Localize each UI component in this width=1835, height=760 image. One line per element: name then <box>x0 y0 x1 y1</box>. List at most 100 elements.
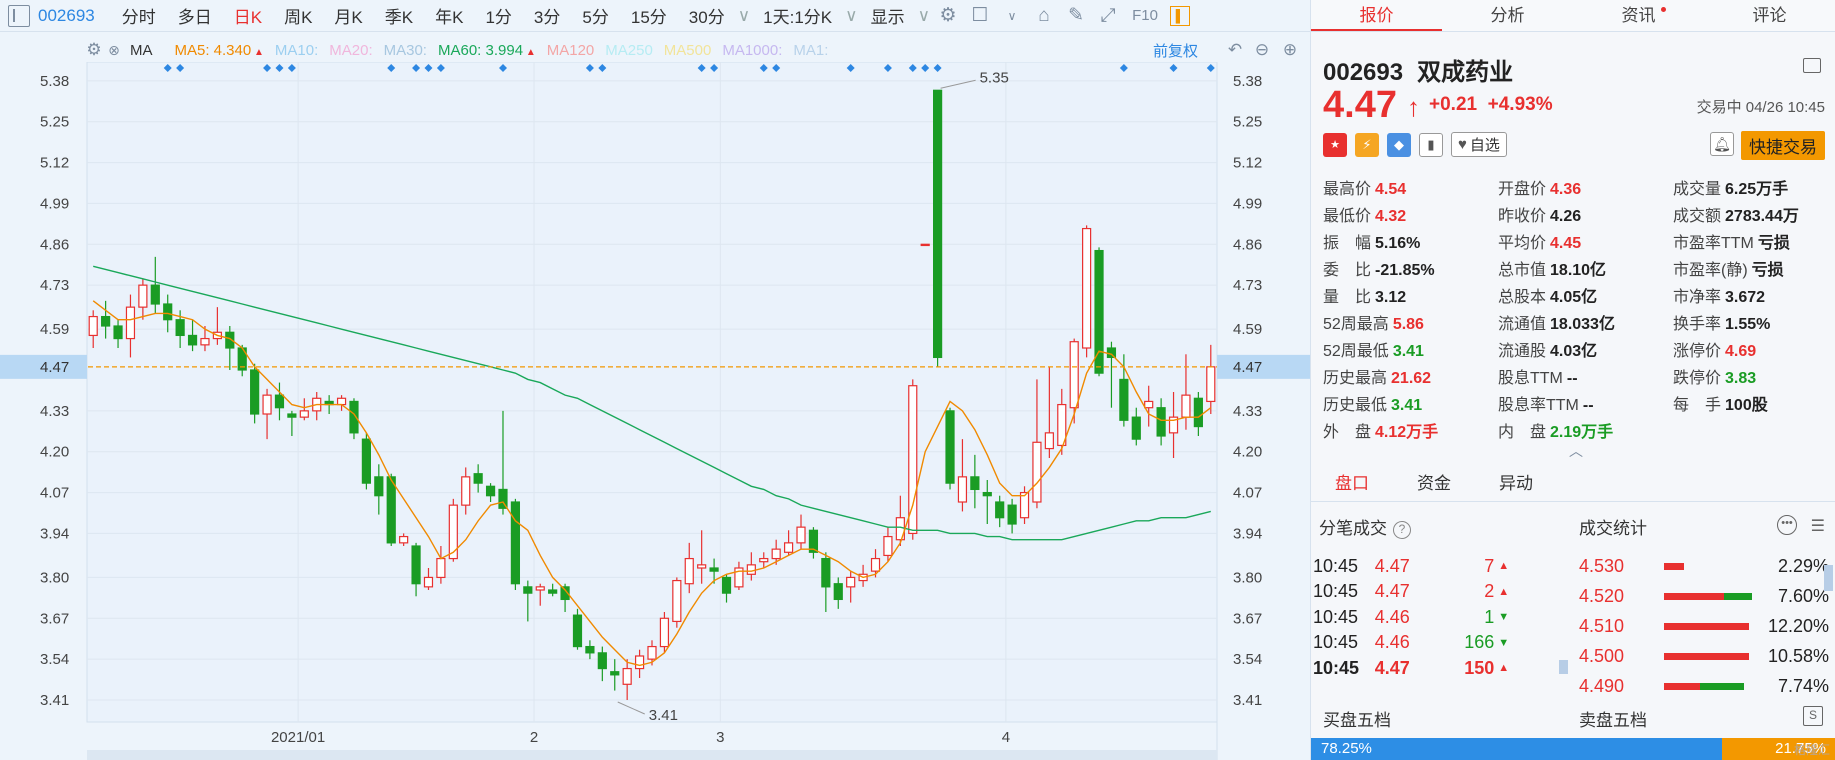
zoom-in-icon[interactable]: ⊕ <box>1278 38 1302 62</box>
settings-icon[interactable]: ⚙ <box>936 4 960 28</box>
buy-bar <box>1663 562 1684 570</box>
undo-icon[interactable]: ↶ <box>1223 38 1247 62</box>
more-icon[interactable]: ••• <box>1777 515 1797 535</box>
ma-indicator-bar: ⚙ ⊗ MA MA5: 4.340 ▲ MA10: MA20: MA30: MA60: … <box>0 38 1310 62</box>
subtab-1[interactable]: 资金 <box>1393 469 1475 494</box>
deal-bar <box>1663 622 1749 630</box>
y-tick-right: 4.86 <box>1233 236 1262 253</box>
chevron-down-icon[interactable]: ∨ <box>1000 4 1024 28</box>
period-tab[interactable]: 日K <box>223 3 273 28</box>
y-tick-left: 4.73 <box>40 277 69 294</box>
candle-body <box>982 491 992 497</box>
stock-code[interactable]: 002693 <box>38 6 95 26</box>
y-tick-left: 5.25 <box>40 114 69 131</box>
panel-toggle-icon[interactable]: ▌ <box>1170 5 1191 26</box>
y-tick-right: 4.59 <box>1233 321 1262 338</box>
fast-trade-button[interactable]: 快捷交易 <box>1741 131 1825 160</box>
tab-3[interactable]: 评论 <box>1704 0 1835 31</box>
period-tab[interactable]: 1分 <box>474 3 522 28</box>
zoom-out-icon[interactable]: ⊖ <box>1250 38 1274 62</box>
bell-icon[interactable]: 🔔︎ <box>1710 132 1734 156</box>
period-tab[interactable]: 季K <box>374 3 424 28</box>
arrow-up-icon: ▲ <box>523 46 536 58</box>
candle-body <box>634 655 645 670</box>
close-icon[interactable]: ⊗ <box>104 38 124 62</box>
help-icon[interactable]: ? <box>1393 520 1411 539</box>
y-tick-right: 4.33 <box>1233 403 1262 420</box>
candle-body <box>647 645 657 660</box>
kline-chart[interactable]: 5.38 5.38 5.25 5.25 5.12 5.12 4.99 4.99 4.86 4.86… <box>0 62 1310 760</box>
deal-price: 4.500 <box>1579 645 1625 666</box>
y-tick-left: 5.38 <box>40 73 69 90</box>
settings-icon[interactable]: ⚙ <box>84 38 104 62</box>
candle-body <box>88 315 98 337</box>
stat-value: 21.62 <box>1391 369 1432 387</box>
y-tick-left: 4.07 <box>40 485 69 502</box>
add-watchlist-button[interactable]: ♥ 自选 <box>1451 132 1507 157</box>
stats-row: 历史最低 3.41 股息率TTM -- 每 手 100股 <box>1323 389 1833 416</box>
tab-1[interactable]: 分析 <box>1442 0 1573 31</box>
subtab-2[interactable]: 异动 <box>1475 469 1557 494</box>
order-book-icon[interactable]: S <box>1803 706 1823 726</box>
period-tab[interactable]: 15分 <box>620 3 678 28</box>
subtab-0[interactable]: 盘口 <box>1311 469 1393 494</box>
stat-key: 总股本 <box>1498 288 1547 306</box>
display-menu[interactable]: 显示 <box>860 3 916 28</box>
x-tick-label: 4 <box>1002 729 1010 746</box>
chart-scrollbar[interactable] <box>87 750 1217 760</box>
stat-cell: 52周最高 5.86 <box>1323 310 1498 334</box>
ma-item: MA1: <box>793 42 828 59</box>
ma-item: MA10: <box>275 42 318 59</box>
ticks-scrollbar[interactable] <box>1559 660 1568 674</box>
deal-pct: 2.29% <box>1777 555 1830 576</box>
chevron-down-icon[interactable]: ∨ <box>738 6 750 26</box>
stat-value: 5.16% <box>1375 234 1421 252</box>
pen-icon[interactable]: ✎ <box>1064 4 1088 28</box>
candle-body <box>622 667 632 685</box>
candle-body <box>262 394 272 415</box>
fullscreen-icon[interactable]: ⤢ <box>1096 4 1120 28</box>
lightning-icon[interactable]: ⚡ <box>1355 132 1379 157</box>
period-tab[interactable]: 分时 <box>111 3 167 28</box>
collapse-chevron-icon[interactable]: ︿ <box>1569 441 1583 461</box>
ma-item: MA1000: <box>722 42 782 59</box>
f10-button[interactable]: F10 <box>1128 4 1162 28</box>
deal-bar <box>1663 592 1752 600</box>
tab-0[interactable]: 报价 <box>1311 0 1442 31</box>
stat-cell: 振 幅 5.16% <box>1323 229 1498 253</box>
stat-cell: 市盈率TTM 亏损 <box>1673 229 1833 253</box>
list-icon[interactable]: ☰ <box>1811 516 1825 536</box>
period-tab[interactable]: 多日 <box>167 3 223 28</box>
chevron-down-icon[interactable]: ∨ <box>918 6 930 26</box>
stat-key: 流通股 <box>1498 342 1547 360</box>
bookmark-icon[interactable]: ▮ <box>1419 132 1443 157</box>
period-tab[interactable]: 5分 <box>571 3 619 28</box>
adjust-mode-button[interactable]: 前复权 <box>1153 40 1198 61</box>
candle-body <box>746 564 756 575</box>
sidebar-toggle-icon[interactable] <box>8 4 30 27</box>
period-tab[interactable]: 周K <box>273 3 323 28</box>
range-selector[interactable]: 1天:1分K <box>752 3 843 28</box>
camera-icon[interactable]: ⌂ <box>1032 4 1056 28</box>
candle-body <box>870 557 881 572</box>
period-tab[interactable]: 月K <box>323 3 373 28</box>
stat-key: 最高价 <box>1323 180 1372 198</box>
stat-key: 总市值 <box>1498 261 1547 279</box>
quote-name: 双成药业 <box>1417 59 1514 86</box>
stat-key: 市盈率(静) <box>1673 261 1748 279</box>
stat-cell: 内 盘 2.19万手 <box>1498 418 1673 442</box>
scrollbar[interactable] <box>1824 565 1833 591</box>
period-tab[interactable]: 3分 <box>523 3 571 28</box>
period-tab[interactable]: 30分 <box>678 3 736 28</box>
tag-icon[interactable]: ◆ <box>1387 132 1411 157</box>
menu-icon[interactable] <box>1803 58 1821 73</box>
tab-2[interactable]: 资讯 <box>1573 0 1704 31</box>
candle-body <box>113 325 123 340</box>
chevron-down-icon[interactable]: ∨ <box>845 6 857 26</box>
candle-body <box>374 476 384 497</box>
period-tab[interactable]: 年K <box>424 3 474 28</box>
layout-square-icon[interactable]: ☐ <box>968 4 992 28</box>
y-tick-left: 4.33 <box>40 403 69 420</box>
deal-stats-title: 成交统计 <box>1579 519 1647 538</box>
ma-item: MA60: 3.994 ▲ <box>438 42 536 59</box>
